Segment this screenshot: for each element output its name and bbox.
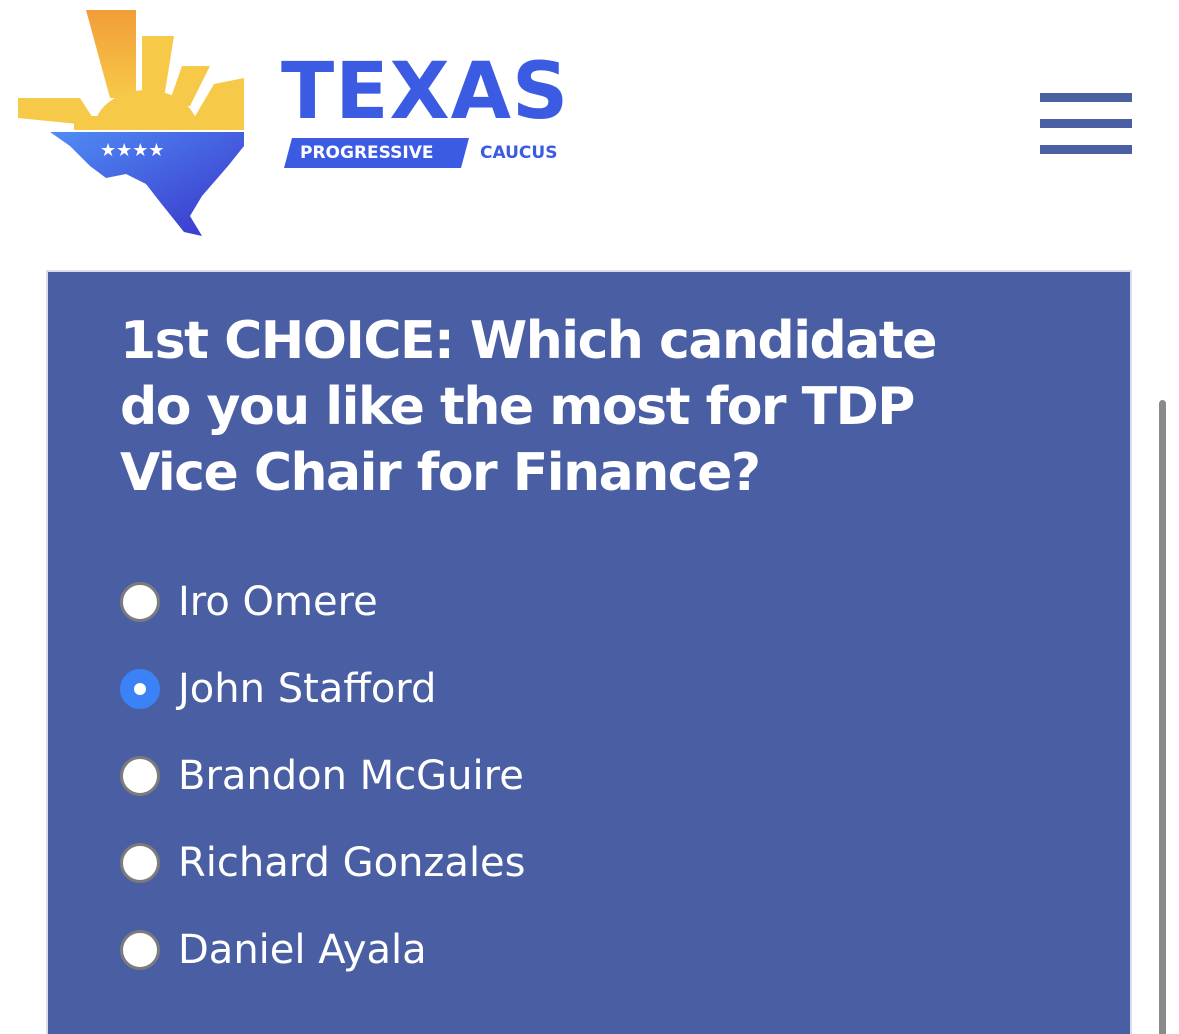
radio-button-selected[interactable]	[120, 669, 160, 709]
menu-bar-top	[1040, 93, 1132, 102]
option-label: Daniel Ayala	[178, 927, 427, 973]
poll-card: 1st CHOICE: Which candidate do you like …	[46, 270, 1132, 1034]
brand-badge-label: PROGRESSIVE	[300, 143, 434, 163]
option-richard-gonzales[interactable]: Richard Gonzales	[120, 833, 526, 893]
page: ★★★★ TEXAS PROGRESSIVE CAUCUS 1st CHOICE…	[0, 0, 1179, 1034]
site-header: ★★★★ TEXAS PROGRESSIVE CAUCUS	[0, 0, 1179, 262]
texas-sun-logo[interactable]: ★★★★	[14, 6, 250, 242]
option-daniel-ayala[interactable]: Daniel Ayala	[120, 920, 427, 980]
logo-stars: ★★★★	[100, 140, 165, 161]
menu-bar-middle	[1040, 119, 1132, 128]
radio-button[interactable]	[120, 582, 160, 622]
hamburger-menu-icon[interactable]	[1040, 93, 1132, 155]
option-label: Iro Omere	[178, 579, 378, 625]
option-label: John Stafford	[178, 666, 437, 712]
radio-button[interactable]	[120, 930, 160, 970]
option-john-stafford[interactable]: John Stafford	[120, 659, 436, 719]
scrollbar[interactable]	[1156, 400, 1170, 1034]
menu-bar-bottom	[1040, 145, 1132, 154]
option-brandon-mcguire[interactable]: Brandon McGuire	[120, 746, 524, 806]
scrollbar-thumb[interactable]	[1159, 400, 1166, 1034]
brand-suffix: CAUCUS	[480, 143, 558, 163]
radio-button[interactable]	[120, 756, 160, 796]
poll-question: 1st CHOICE: Which candidate do you like …	[120, 311, 937, 503]
option-label: Brandon McGuire	[178, 753, 524, 799]
option-iro-omere[interactable]: Iro Omere	[120, 572, 378, 632]
option-label: Richard Gonzales	[178, 840, 526, 886]
brand-title: TEXAS	[281, 47, 570, 137]
radio-button[interactable]	[120, 843, 160, 883]
